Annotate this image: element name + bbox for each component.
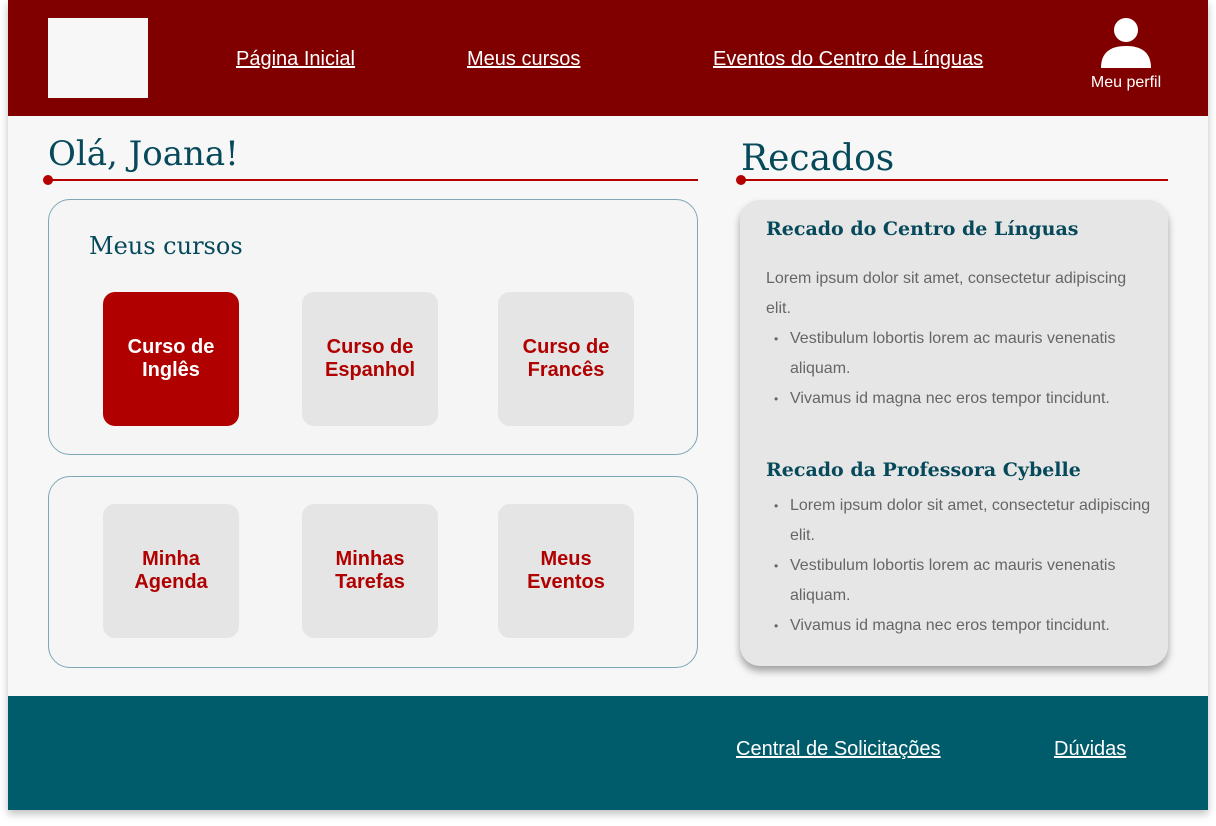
shortcut-tile-events[interactable]: Meus Eventos — [498, 504, 634, 638]
nav-link-home[interactable]: Página Inicial — [236, 48, 355, 71]
page-frame: Página Inicial Meus cursos Eventos do Ce… — [8, 0, 1208, 810]
course-tile-spanish[interactable]: Curso de Espanhol — [302, 292, 438, 426]
recado-bullet-list: Vestibulum lobortis lorem ac mauris vene… — [766, 324, 1170, 414]
list-item: Vivamus id magna nec eros tempor tincidu… — [774, 611, 1170, 641]
course-tile-english[interactable]: Curso de Inglês — [103, 292, 239, 426]
footer-link-requests[interactable]: Central de Solicitações — [736, 738, 941, 761]
user-icon — [1086, 16, 1166, 68]
footer: Central de Solicitações Dúvidas — [8, 696, 1208, 810]
greeting-heading: Olá, Joana! — [48, 134, 239, 174]
courses-card-title: Meus cursos — [89, 232, 243, 260]
recado-title: Recado da Professora Cybelle — [766, 459, 1081, 481]
nav-link-my-courses[interactable]: Meus cursos — [467, 48, 580, 71]
profile-button[interactable]: Meu perfil — [1086, 16, 1166, 100]
logo-placeholder — [48, 18, 148, 98]
profile-label: Meu perfil — [1090, 74, 1162, 91]
top-header: Página Inicial Meus cursos Eventos do Ce… — [8, 0, 1208, 116]
footer-link-faq[interactable]: Dúvidas — [1054, 738, 1126, 761]
courses-card: Meus cursos Curso de Inglês Curso de Esp… — [48, 199, 698, 455]
recados-heading: Recados — [741, 138, 895, 179]
recado-title: Recado do Centro de Línguas — [766, 218, 1079, 240]
recado-bullet-list: Lorem ipsum dolor sit amet, consectetur … — [766, 491, 1170, 641]
recados-panel: Recado do Centro de Línguas Lorem ipsum … — [740, 200, 1168, 666]
list-item: Vestibulum lobortis lorem ac mauris vene… — [774, 551, 1170, 611]
recado-text: Lorem ipsum dolor sit amet, consectetur … — [766, 270, 1127, 317]
nav-link-events[interactable]: Eventos do Centro de Línguas — [713, 48, 983, 71]
recados-divider — [736, 175, 1168, 185]
shortcut-tile-tasks[interactable]: Minhas Tarefas — [302, 504, 438, 638]
shortcut-tile-agenda[interactable]: Minha Agenda — [103, 504, 239, 638]
list-item: Vestibulum lobortis lorem ac mauris vene… — [774, 324, 1170, 384]
list-item: Vivamus id magna nec eros tempor tincidu… — [774, 384, 1170, 414]
course-tile-french[interactable]: Curso de Francês — [498, 292, 634, 426]
shortcuts-card: Minha Agenda Minhas Tarefas Meus Eventos — [48, 476, 698, 668]
list-item: Lorem ipsum dolor sit amet, consectetur … — [774, 491, 1170, 551]
greeting-divider — [43, 175, 698, 185]
